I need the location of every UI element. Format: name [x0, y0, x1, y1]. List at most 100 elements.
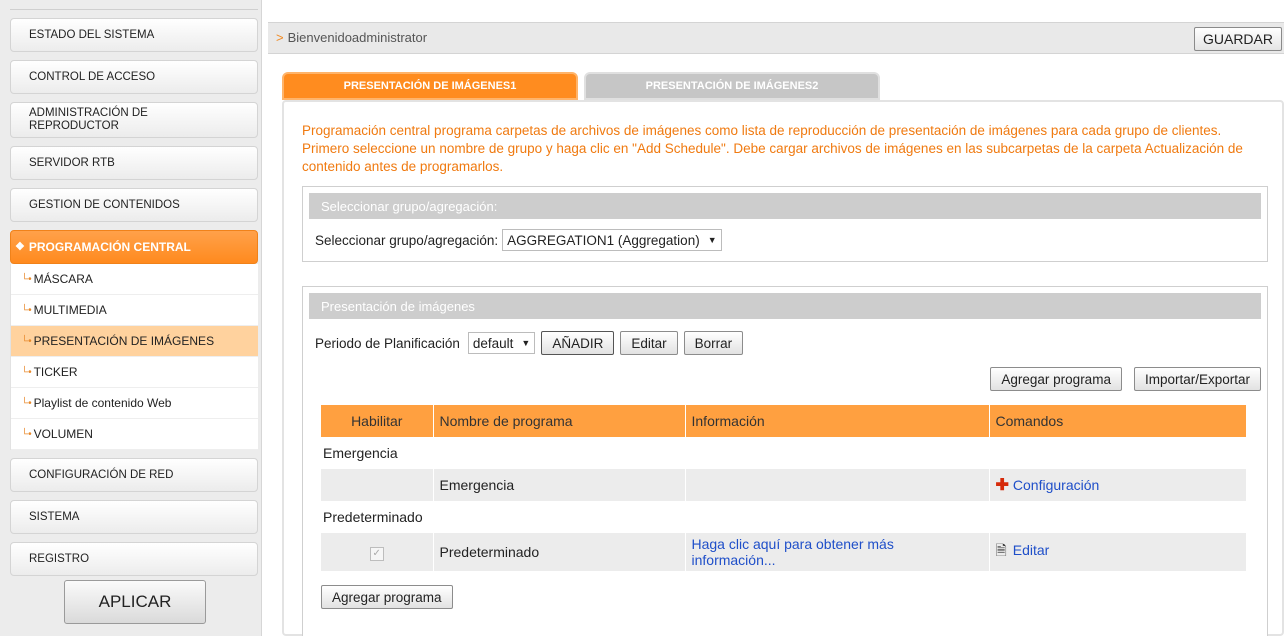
sub-arrow-icon: └• [21, 397, 32, 409]
sidebar-subitem-label: Playlist de contenido Web [33, 396, 172, 410]
table-group-row: Emergencia [321, 437, 1247, 469]
sidebar-item-label: CONFIGURACIÓN DE RED [29, 468, 174, 481]
apply-button[interactable]: APLICAR [64, 580, 206, 624]
enable-cell [321, 469, 434, 501]
content-panel: Programación central programa carpetas d… [282, 100, 1284, 636]
sub-arrow-icon: └• [21, 428, 32, 440]
column-header-habilitar: Habilitar [321, 405, 434, 437]
more-info-link[interactable]: Haga clic aquí para obtener más informac… [692, 536, 894, 568]
save-button[interactable]: GUARDAR [1193, 27, 1282, 51]
group-name-emergencia: Emergencia [321, 437, 1247, 469]
group-select-row: Seleccionar grupo/agregación: AGGREGATIO… [315, 229, 722, 251]
program-name-cell: Emergencia [433, 469, 686, 501]
info-cell [685, 469, 990, 501]
sidebar-item-gestion-de-contenidos[interactable]: GESTION DE CONTENIDOS [10, 188, 258, 222]
sidebar-subitem-playlist-web[interactable]: └• Playlist de contenido Web [11, 388, 258, 419]
add-program-button[interactable]: Agregar programa [990, 367, 1122, 391]
sidebar-item-label: SISTEMA [29, 510, 80, 523]
table-header-row: Habilitar Nombre de programa Información… [321, 405, 1247, 437]
program-name-cell: Predeterminado [433, 533, 686, 571]
sidebar-top-divider [10, 0, 258, 10]
add-period-button[interactable]: AÑADIR [541, 331, 615, 355]
sidebar-subitem-label: VOLUMEN [33, 427, 93, 441]
tab-presentacion-1[interactable]: PRESENTACIÓN DE IMÁGENES1 [282, 72, 578, 100]
command-cell: 🗎 Editar [989, 533, 1247, 571]
top-bar: > Bienvenidoadministrator GUARDAR [268, 22, 1284, 54]
sub-arrow-icon: └• [21, 304, 32, 316]
enable-cell: ✓ [321, 533, 434, 571]
column-header-comandos: Comandos [989, 405, 1247, 437]
sidebar-item-servidor-rtb[interactable]: SERVIDOR RTB [10, 146, 258, 180]
sidebar-item-label: SERVIDOR RTB [29, 156, 115, 169]
group-selection-box: Seleccionar grupo/agregación: Selecciona… [302, 186, 1268, 262]
document-icon: 🗎 [995, 542, 1007, 558]
description-text: Programación central programa carpetas d… [302, 123, 1243, 174]
table-group-row: Predeterminado [321, 501, 1247, 533]
editar-link[interactable]: Editar [1013, 542, 1050, 558]
sidebar: ESTADO DEL SISTEMA CONTROL DE ACCESO ADM… [0, 0, 262, 636]
import-export-button[interactable]: Importar/Exportar [1133, 367, 1261, 391]
sidebar-item-estado-del-sistema[interactable]: ESTADO DEL SISTEMA [10, 18, 258, 52]
group-name-predeterminado: Predeterminado [321, 501, 1247, 533]
group-select-dropdown[interactable]: AGGREGATION1 (Aggregation) ▼ [502, 229, 722, 251]
sidebar-subitem-volumen[interactable]: └• VOLUMEN [11, 419, 258, 450]
programs-table: Habilitar Nombre de programa Información… [321, 405, 1247, 571]
delete-period-button[interactable]: Borrar [683, 331, 744, 355]
sidebar-item-label: PROGRAMACIÓN CENTRAL [28, 239, 191, 254]
sub-arrow-icon: └• [21, 335, 32, 347]
sidebar-subitem-presentacion-de-imagenes[interactable]: └• PRESENTACIÓN DE IMÁGENES [11, 326, 258, 357]
plus-icon: ✚ [995, 477, 1009, 494]
sidebar-item-control-de-acceso[interactable]: CONTROL DE ACCESO [10, 60, 258, 94]
slideshow-box: Presentación de imágenes Periodo de Plan… [302, 286, 1268, 636]
sidebar-subitem-label: MÁSCARA [33, 272, 93, 286]
sidebar-item-label: GESTION DE CONTENIDOS [29, 198, 180, 211]
sidebar-subitem-mascara[interactable]: └• MÁSCARA [11, 264, 258, 295]
chevron-down-icon: ▼ [707, 235, 717, 245]
period-row: Periodo de Planificación default ▼ AÑADI… [315, 331, 744, 355]
chevron-down-icon: ▼ [521, 338, 531, 348]
group-section-header: Seleccionar grupo/agregación: [309, 193, 1261, 219]
sidebar-item-registro[interactable]: REGISTRO [10, 542, 258, 576]
sub-arrow-icon: └• [21, 366, 32, 378]
group-select-value: AGGREGATION1 (Aggregation) [507, 232, 700, 248]
sidebar-item-label: CONTROL DE ACCESO [29, 70, 156, 83]
sidebar-subitem-label: TICKER [33, 365, 78, 379]
sidebar-subitem-label: PRESENTACIÓN DE IMÁGENES [33, 334, 215, 348]
sidebar-subitem-label: MULTIMEDIA [33, 303, 107, 317]
sidebar-item-label: ADMINISTRACIÓN DE REPRODUCTOR [29, 107, 148, 132]
column-header-informacion: Información [685, 405, 990, 437]
sidebar-item-configuracion-de-red[interactable]: CONFIGURACIÓN DE RED [10, 458, 258, 492]
program-actions: Agregar programa Importar/Exportar [984, 367, 1261, 391]
main-area: > Bienvenidoadministrator GUARDAR PRESENT… [268, 0, 1284, 636]
edit-period-button[interactable]: Editar [620, 331, 678, 355]
sub-arrow-icon: └• [21, 273, 32, 285]
table-row: Emergencia ✚ Configuración [321, 469, 1247, 501]
sidebar-subitem-multimedia[interactable]: └• MULTIMEDIA [11, 295, 258, 326]
group-select-label: Seleccionar grupo/agregación: [315, 232, 499, 248]
breadcrumb-text: Bienvenidoadministrator [287, 30, 428, 45]
command-cell: ✚ Configuración [989, 469, 1247, 501]
column-header-nombre: Nombre de programa [433, 405, 686, 437]
sidebar-item-label: ESTADO DEL SISTEMA [29, 28, 155, 41]
sidebar-item-programacion-central[interactable]: ❖ PROGRAMACIÓN CENTRAL [10, 230, 258, 264]
tab-presentacion-2[interactable]: PRESENTACIÓN DE IMÁGENES2 [584, 72, 880, 100]
table-row: ✓ Predeterminado Haga clic aquí para obt… [321, 533, 1247, 571]
sidebar-item-label: REGISTRO [29, 552, 90, 565]
enable-checkbox[interactable]: ✓ [369, 547, 384, 561]
configuracion-link[interactable]: Configuración [1013, 477, 1099, 493]
period-select-dropdown[interactable]: default ▼ [467, 332, 536, 354]
sidebar-menu: ESTADO DEL SISTEMA CONTROL DE ACCESO ADM… [10, 18, 258, 584]
sidebar-item-administracion-de-reproductor[interactable]: ADMINISTRACIÓN DE REPRODUCTOR [10, 102, 258, 138]
add-program-bottom-button[interactable]: Agregar programa [321, 585, 453, 609]
sidebar-item-sistema[interactable]: SISTEMA [10, 500, 258, 534]
slideshow-section-header: Presentación de imágenes [309, 293, 1261, 319]
sidebar-subitem-ticker[interactable]: └• TICKER [11, 357, 258, 388]
period-label: Periodo de Planificación [315, 335, 460, 351]
period-select-value: default [472, 335, 514, 351]
sidebar-submenu: └• MÁSCARA └• MULTIMEDIA └• PRESENTACIÓN DE… [10, 264, 258, 450]
chevron-right-icon: > [276, 30, 284, 45]
tab-bar: PRESENTACIÓN DE IMÁGENES1 PRESENTACIÓN D… [282, 72, 886, 100]
expand-icon: ❖ [15, 240, 25, 253]
breadcrumb: > Bienvenidoadministrator [276, 30, 427, 45]
info-cell: Haga clic aquí para obtener más informac… [685, 533, 990, 571]
